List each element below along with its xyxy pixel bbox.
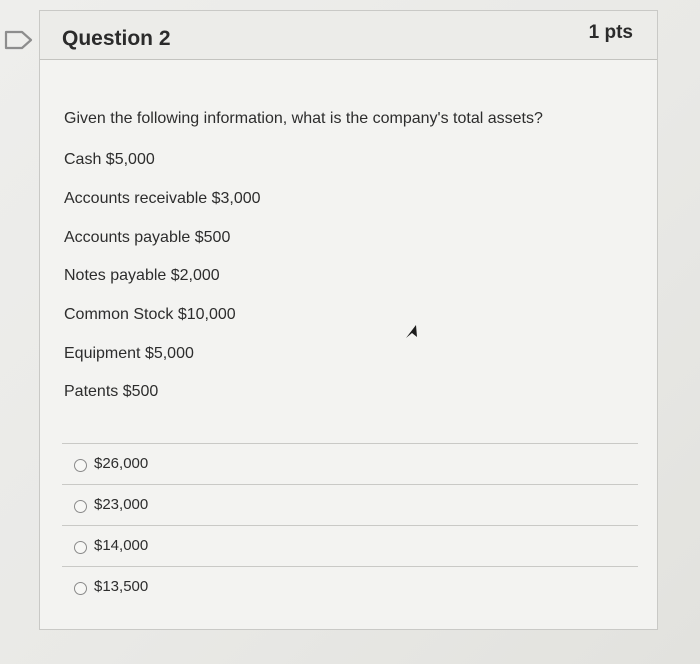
info-line: Accounts payable $500 bbox=[64, 229, 231, 246]
info-line: Common Stock $10,000 bbox=[64, 306, 236, 323]
answer-option[interactable]: $23,000 bbox=[62, 484, 638, 525]
question-points: 1 pts bbox=[588, 22, 633, 43]
answer-list: $26,000 $23,000 $14,000 $13,500 bbox=[62, 443, 638, 607]
cursor-icon bbox=[406, 325, 417, 338]
radio-button[interactable] bbox=[74, 541, 87, 554]
question-header: Question 2 1 pts bbox=[40, 11, 657, 60]
info-line: Notes payable $2,000 bbox=[64, 267, 220, 284]
radio-button[interactable] bbox=[74, 459, 87, 472]
question-prompt: Given the following information, what is… bbox=[64, 110, 543, 127]
radio-button[interactable] bbox=[74, 582, 87, 595]
info-line: Patents $500 bbox=[64, 383, 159, 400]
radio-button[interactable] bbox=[74, 500, 87, 513]
info-line: Cash $5,000 bbox=[64, 151, 155, 168]
question-card: Question 2 1 pts Given the following inf… bbox=[39, 10, 658, 630]
info-line: Equipment $5,000 bbox=[64, 345, 194, 362]
answer-label[interactable]: $26,000 bbox=[94, 455, 148, 472]
answer-label[interactable]: $23,000 bbox=[94, 496, 148, 513]
question-title: Question 2 bbox=[62, 27, 171, 50]
info-line: Accounts receivable $3,000 bbox=[64, 190, 261, 207]
answer-option[interactable]: $14,000 bbox=[62, 525, 638, 566]
flag-icon[interactable] bbox=[4, 29, 34, 51]
answer-option[interactable]: $13,500 bbox=[62, 566, 638, 607]
answer-option[interactable]: $26,000 bbox=[62, 443, 638, 484]
answer-label[interactable]: $13,500 bbox=[94, 578, 148, 595]
answer-label[interactable]: $14,000 bbox=[94, 537, 148, 554]
